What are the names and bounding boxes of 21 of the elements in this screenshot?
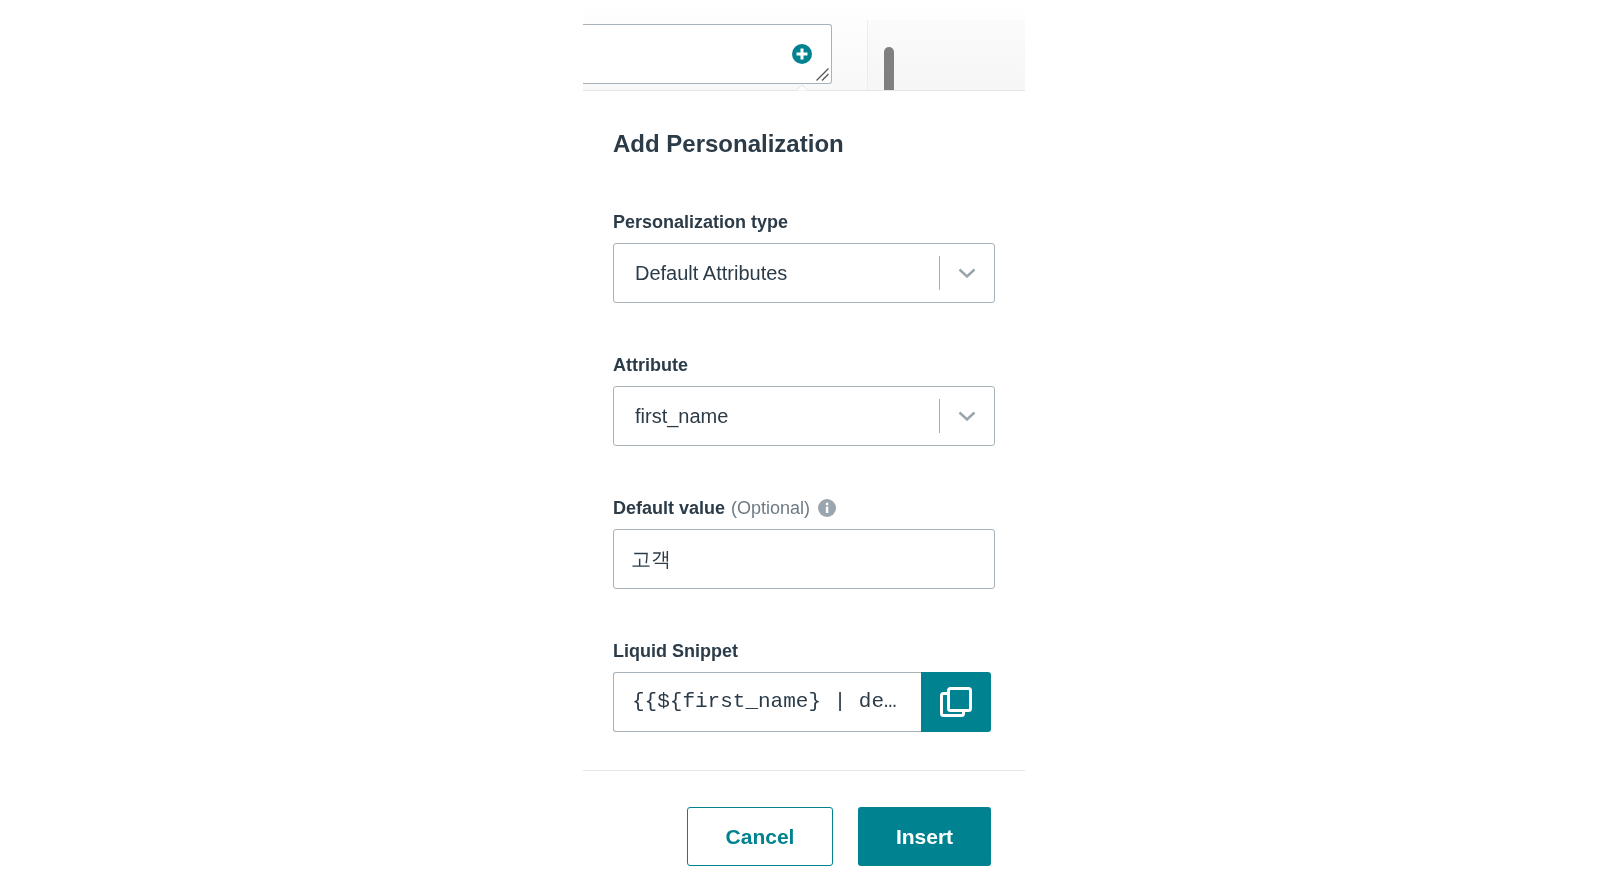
snippet-field[interactable]: {{${first_name} | de… <box>613 672 921 732</box>
copy-icon <box>940 687 972 717</box>
plus-circle-icon[interactable] <box>792 44 812 64</box>
insert-button[interactable]: Insert <box>858 807 991 866</box>
scroll-thumb[interactable] <box>884 47 894 90</box>
field-label: Attribute <box>613 354 688 377</box>
textarea-field[interactable] <box>583 24 832 84</box>
input-field[interactable]: 고객 <box>613 529 995 589</box>
resize-grip-icon[interactable] <box>816 68 829 81</box>
field-label: Personalization type <box>613 211 789 234</box>
chevron-down-icon <box>958 411 976 421</box>
field-label: Default value <box>613 497 726 520</box>
optional-hint: (Optional) <box>731 497 811 520</box>
field-label: Liquid Snippet <box>613 640 738 663</box>
dialog-title: Add Personalization <box>613 129 845 159</box>
chevron-down-icon <box>958 268 976 278</box>
copy-button[interactable] <box>921 672 991 732</box>
select-field[interactable]: first_name <box>613 386 995 446</box>
info-icon[interactable] <box>818 499 837 517</box>
cancel-button[interactable]: Cancel <box>687 807 833 866</box>
select-field[interactable]: Default Attributes <box>613 243 995 303</box>
